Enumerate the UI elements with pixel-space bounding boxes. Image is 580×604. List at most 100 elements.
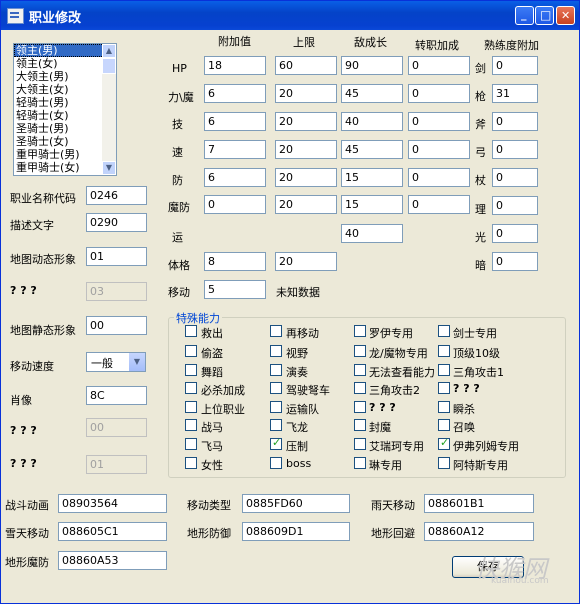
skl-bonus-input[interactable]: 6	[204, 112, 266, 131]
ability-checkbox[interactable]	[270, 345, 282, 357]
str-bonus-input[interactable]: 6	[204, 84, 266, 103]
scroll-up-icon[interactable]: ▲	[102, 44, 116, 58]
spd-cap-input[interactable]: 20	[275, 140, 337, 159]
battle-anim-input[interactable]: 08903564	[58, 494, 167, 513]
res-bonus-input[interactable]: 0	[204, 195, 266, 214]
axe-rank-input[interactable]: 0	[492, 112, 538, 131]
ability-checkbox[interactable]	[438, 345, 450, 357]
ability-checkbox[interactable]	[354, 457, 366, 469]
def-growth-input[interactable]: 15	[341, 168, 403, 187]
spd-bonus-input[interactable]: 7	[204, 140, 266, 159]
list-item[interactable]: 大领主(男)	[14, 70, 116, 83]
portrait-input[interactable]: 8C	[86, 386, 147, 405]
rain-move-input[interactable]: 088601B1	[424, 494, 534, 513]
ability-checkbox[interactable]	[438, 325, 450, 337]
class-code-input[interactable]: 0246	[86, 186, 147, 205]
class-listbox[interactable]: 领主(男) 领主(女) 大领主(男) 大领主(女) 轻骑士(男) 轻骑士(女) …	[13, 43, 117, 176]
ability-checkbox[interactable]	[270, 325, 282, 337]
ability-checkbox[interactable]	[270, 457, 282, 469]
ability-checkbox[interactable]	[270, 382, 282, 394]
ability-checkbox[interactable]	[270, 436, 282, 450]
minimize-button[interactable]: _	[515, 6, 534, 25]
ability-checkbox[interactable]	[185, 457, 197, 469]
ability-checkbox[interactable]	[438, 364, 450, 376]
res-cap-input[interactable]: 20	[275, 195, 337, 214]
build-bonus-input[interactable]: 8	[204, 252, 266, 271]
move-speed-select[interactable]: 一般 ▼	[86, 352, 146, 372]
spd-promo-input[interactable]: 0	[408, 140, 470, 159]
ability-checkbox[interactable]	[354, 438, 366, 450]
map-static-input[interactable]: 00	[86, 316, 147, 335]
staff-rank-input[interactable]: 0	[492, 168, 538, 187]
skl-promo-input[interactable]: 0	[408, 112, 470, 131]
def-cap-input[interactable]: 20	[275, 168, 337, 187]
list-item[interactable]: 重甲骑士(女)	[14, 161, 116, 174]
hp-cap-input[interactable]: 60	[275, 56, 337, 75]
skl-growth-input[interactable]: 40	[341, 112, 403, 131]
str-promo-input[interactable]: 0	[408, 84, 470, 103]
res-promo-input[interactable]: 0	[408, 195, 470, 214]
hp-bonus-input[interactable]: 18	[204, 56, 266, 75]
terrain-avoid-input[interactable]: 08860A12	[424, 522, 534, 541]
ability-checkbox[interactable]	[185, 325, 197, 337]
ability-checkbox[interactable]	[438, 382, 450, 394]
ability-checkbox[interactable]	[438, 436, 450, 450]
res-growth-input[interactable]: 15	[341, 195, 403, 214]
ability-checkbox[interactable]	[354, 325, 366, 337]
ability-checkbox[interactable]	[270, 401, 282, 413]
anima-rank-input[interactable]: 0	[492, 196, 538, 215]
hp-promo-input[interactable]: 0	[408, 56, 470, 75]
scroll-down-icon[interactable]: ▼	[102, 161, 116, 175]
list-item[interactable]: 轻骑士(女)	[14, 109, 116, 122]
move-type-input[interactable]: 0885FD60	[242, 494, 350, 513]
map-anim-input[interactable]: 01	[86, 247, 147, 266]
dark-rank-input[interactable]: 0	[492, 252, 538, 271]
ability-checkbox[interactable]	[438, 457, 450, 469]
list-item[interactable]: 圣骑士(女)	[14, 135, 116, 148]
ability-checkbox[interactable]	[270, 419, 282, 431]
chevron-down-icon[interactable]: ▼	[128, 353, 145, 371]
ability-checkbox[interactable]	[438, 419, 450, 431]
ability-checkbox[interactable]	[185, 401, 197, 413]
str-cap-input[interactable]: 20	[275, 84, 337, 103]
terrain-mdef-input[interactable]: 08860A53	[58, 551, 167, 570]
def-bonus-input[interactable]: 6	[204, 168, 266, 187]
sword-rank-input[interactable]: 0	[492, 56, 538, 75]
str-growth-input[interactable]: 45	[341, 84, 403, 103]
bow-rank-input[interactable]: 0	[492, 140, 538, 159]
spd-growth-input[interactable]: 45	[341, 140, 403, 159]
list-item[interactable]: 轻骑士(男)	[14, 96, 116, 109]
ability-checkbox[interactable]	[185, 382, 197, 394]
list-item[interactable]: 领主(男)	[14, 44, 116, 57]
list-item[interactable]: 重甲骑士(男)	[14, 148, 116, 161]
list-item[interactable]: 圣骑士(男)	[14, 122, 116, 135]
desc-text-input[interactable]: 0290	[86, 213, 147, 232]
ability-checkbox[interactable]	[185, 364, 197, 376]
skl-cap-input[interactable]: 20	[275, 112, 337, 131]
light-rank-input[interactable]: 0	[492, 224, 538, 243]
maximize-button[interactable]: □	[535, 6, 554, 25]
scroll-thumb[interactable]	[102, 58, 116, 74]
ability-checkbox[interactable]	[354, 345, 366, 357]
ability-checkbox[interactable]	[354, 364, 366, 376]
lance-rank-input[interactable]: 31	[492, 84, 538, 103]
ability-checkbox[interactable]	[270, 364, 282, 376]
def-promo-input[interactable]: 0	[408, 168, 470, 187]
hp-growth-input[interactable]: 90	[341, 56, 403, 75]
snow-move-input[interactable]: 088605C1	[58, 522, 167, 541]
ability-checkbox[interactable]	[354, 382, 366, 394]
ability-checkbox[interactable]	[185, 345, 197, 357]
list-item[interactable]: 大领主(女)	[14, 83, 116, 96]
move-bonus-input[interactable]: 5	[204, 280, 266, 299]
build-cap-input[interactable]: 20	[275, 252, 337, 271]
terrain-def-input[interactable]: 088609D1	[242, 522, 350, 541]
close-button[interactable]: ✕	[556, 6, 575, 25]
luck-growth-input[interactable]: 40	[341, 224, 403, 243]
ability-checkbox[interactable]	[354, 419, 366, 431]
ability-checkbox[interactable]	[185, 438, 197, 450]
ability-checkbox[interactable]	[354, 401, 366, 413]
ability-checkbox[interactable]	[438, 401, 450, 413]
ability-checkbox[interactable]	[185, 419, 197, 431]
list-item[interactable]: 领主(女)	[14, 57, 116, 70]
list-scrollbar[interactable]: ▲ ▼	[102, 44, 116, 175]
